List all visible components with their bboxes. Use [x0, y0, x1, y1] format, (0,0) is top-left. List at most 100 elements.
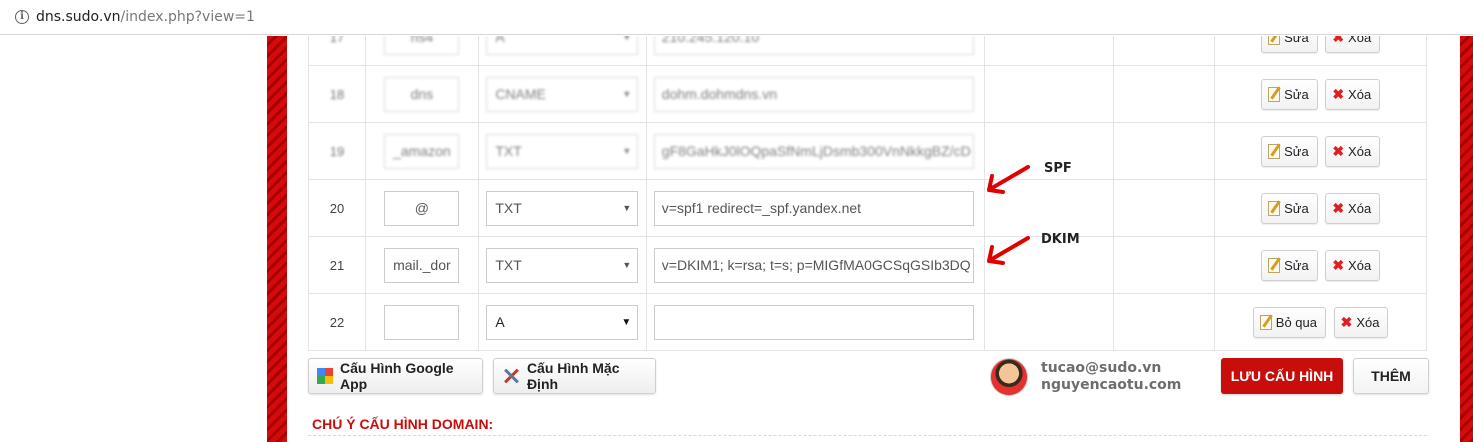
edit-label: Sửa [1284, 257, 1309, 273]
skip-button[interactable]: Bỏ qua [1252, 306, 1326, 338]
delete-button[interactable]: ✖ Xóa [1325, 192, 1381, 224]
edit-button[interactable]: Sửa [1261, 36, 1318, 53]
host-input[interactable]: _amazon [384, 133, 460, 169]
value-input[interactable]: v=spf1 redirect=_spf.yandex.net [653, 190, 974, 226]
type-value: CNAME [495, 85, 546, 102]
edit-icon [1259, 314, 1272, 330]
table-row: 21 mail._dor TXT ▼ v=DKIM1; k=rsa; t=s; p… [308, 236, 1427, 294]
delete-label: Xóa [1348, 143, 1372, 159]
table-row: 20 @ TXT ▼ v=spf1 redirect=_spf.yandex.ne… [308, 179, 1427, 237]
host-input[interactable]: ns4 [384, 36, 460, 55]
delete-button[interactable]: ✖ Xóa [1325, 135, 1381, 167]
record-number: 18 [308, 65, 366, 123]
type-select[interactable]: TXT ▼ [486, 190, 639, 226]
edit-label: Sửa [1284, 200, 1309, 216]
record-number: 19 [308, 122, 366, 180]
delete-button[interactable]: ✖ Xóa [1333, 306, 1389, 338]
host-input[interactable]: dns [384, 76, 460, 112]
delete-label: Xóa [1356, 314, 1380, 330]
info-icon[interactable]: i [15, 10, 29, 24]
delete-icon: ✖ [1340, 313, 1353, 330]
dkim-arrow-icon [987, 236, 1030, 265]
type-value: TXT [495, 199, 522, 216]
empty-cell [1113, 122, 1216, 180]
type-select[interactable]: TXT ▼ [486, 247, 639, 283]
host-input[interactable] [384, 304, 460, 340]
delete-button[interactable]: ✖ Xóa [1325, 249, 1381, 281]
table-row: 17 ns4 A ▼ 210.245.120.10 Sửa ✖ Xóa [308, 36, 1427, 66]
value-input[interactable]: dohm.dohmdns.vn [653, 76, 974, 112]
delete-icon: ✖ [1332, 142, 1345, 159]
spf-arrow-icon [987, 165, 1030, 194]
host-input[interactable]: @ [384, 190, 460, 226]
default-config-label: Cấu Hình Mặc Định [526, 360, 620, 392]
skip-label: Bỏ qua [1275, 314, 1317, 330]
edit-icon [1268, 257, 1281, 273]
chevron-down-icon: ▼ [622, 88, 632, 99]
value-input[interactable]: v=DKIM1; k=rsa; t=s; p=MIGfMA0GCSqGSIb3D… [653, 247, 974, 283]
type-select[interactable]: TXT ▼ [486, 133, 639, 169]
edit-button[interactable]: Sửa [1261, 249, 1318, 281]
dns-records-table: 17 ns4 A ▼ 210.245.120.10 Sửa ✖ Xóa 18 dns… [308, 36, 1427, 351]
edit-label: Sửa [1284, 36, 1309, 45]
empty-cell [1113, 179, 1216, 237]
type-select[interactable]: A ▼ [486, 304, 639, 340]
chevron-down-icon: ▼ [622, 202, 632, 213]
record-number: 21 [308, 236, 366, 294]
empty-cell [1113, 236, 1216, 294]
avatar [990, 358, 1028, 396]
domain-config-note-title: CHÚ Ý CẤU HÌNH DOMAIN: [312, 416, 494, 432]
delete-icon: ✖ [1332, 199, 1345, 216]
delete-label: Xóa [1348, 36, 1372, 45]
table-row: 18 dns CNAME ▼ dohm.dohmdns.vn Sửa ✖ Xóa [308, 65, 1427, 123]
delete-label: Xóa [1348, 86, 1372, 102]
url-text[interactable]: dns.sudo.vn/index.php?view=1 [36, 9, 255, 25]
edit-button[interactable]: Sửa [1261, 78, 1318, 110]
type-value: A [495, 36, 505, 45]
value-input[interactable] [653, 304, 974, 340]
edit-icon [1268, 36, 1281, 45]
delete-icon: ✖ [1332, 85, 1345, 102]
edit-icon [1268, 200, 1281, 216]
type-select[interactable]: CNAME ▼ [486, 76, 639, 112]
host-input[interactable]: mail._dor [384, 247, 460, 283]
type-select[interactable]: A ▼ [486, 36, 639, 55]
delete-icon: ✖ [1332, 36, 1345, 45]
table-row-new: 22 A ▼ Bỏ qua ✖ Xóa [308, 293, 1427, 351]
default-config-button[interactable]: Cấu Hình Mặc Định [493, 358, 656, 394]
empty-cell [983, 293, 1115, 351]
record-number: 17 [308, 36, 366, 66]
google-apps-icon [317, 368, 333, 384]
contact-email: tucao@sudo.vn [1041, 360, 1162, 376]
chevron-down-icon: ▼ [622, 145, 632, 156]
google-app-config-button[interactable]: Cấu Hình Google App [308, 358, 483, 394]
delete-label: Xóa [1348, 200, 1372, 216]
contact-website: nguyencaotu.com [1041, 377, 1182, 393]
edit-icon [1268, 86, 1281, 102]
empty-cell [983, 36, 1115, 66]
chevron-down-icon: ▼ [621, 316, 632, 328]
frame-left-border [267, 36, 287, 442]
value-input[interactable]: 210.245.120.10 [653, 36, 974, 55]
edit-label: Sửa [1284, 86, 1309, 102]
edit-button[interactable]: Sửa [1261, 135, 1318, 167]
empty-cell [1113, 36, 1216, 66]
dns-config-panel: 17 ns4 A ▼ 210.245.120.10 Sửa ✖ Xóa 18 dns… [287, 36, 1460, 442]
delete-button[interactable]: ✖ Xóa [1325, 36, 1381, 53]
type-value: TXT [495, 256, 522, 273]
add-record-button[interactable]: THÊM [1353, 358, 1429, 394]
delete-button[interactable]: ✖ Xóa [1325, 78, 1381, 110]
save-config-button[interactable]: LƯU CẤU HÌNH [1221, 358, 1343, 394]
divider [308, 435, 1427, 436]
edit-label: Sửa [1284, 143, 1309, 159]
url-path: /index.php?view=1 [120, 9, 255, 25]
type-value: TXT [495, 142, 522, 159]
record-number: 20 [308, 179, 366, 237]
empty-cell [1113, 293, 1216, 351]
edit-button[interactable]: Sửa [1261, 192, 1318, 224]
delete-icon: ✖ [1332, 256, 1345, 273]
value-input[interactable]: gF8GaHkJ0lOQpaSfNmLjDsmb300VnNkkgBZ/cD [653, 133, 974, 169]
address-bar[interactable]: i dns.sudo.vn/index.php?view=1 [0, 0, 1473, 35]
record-number: 22 [308, 293, 366, 351]
tools-icon [502, 367, 519, 385]
